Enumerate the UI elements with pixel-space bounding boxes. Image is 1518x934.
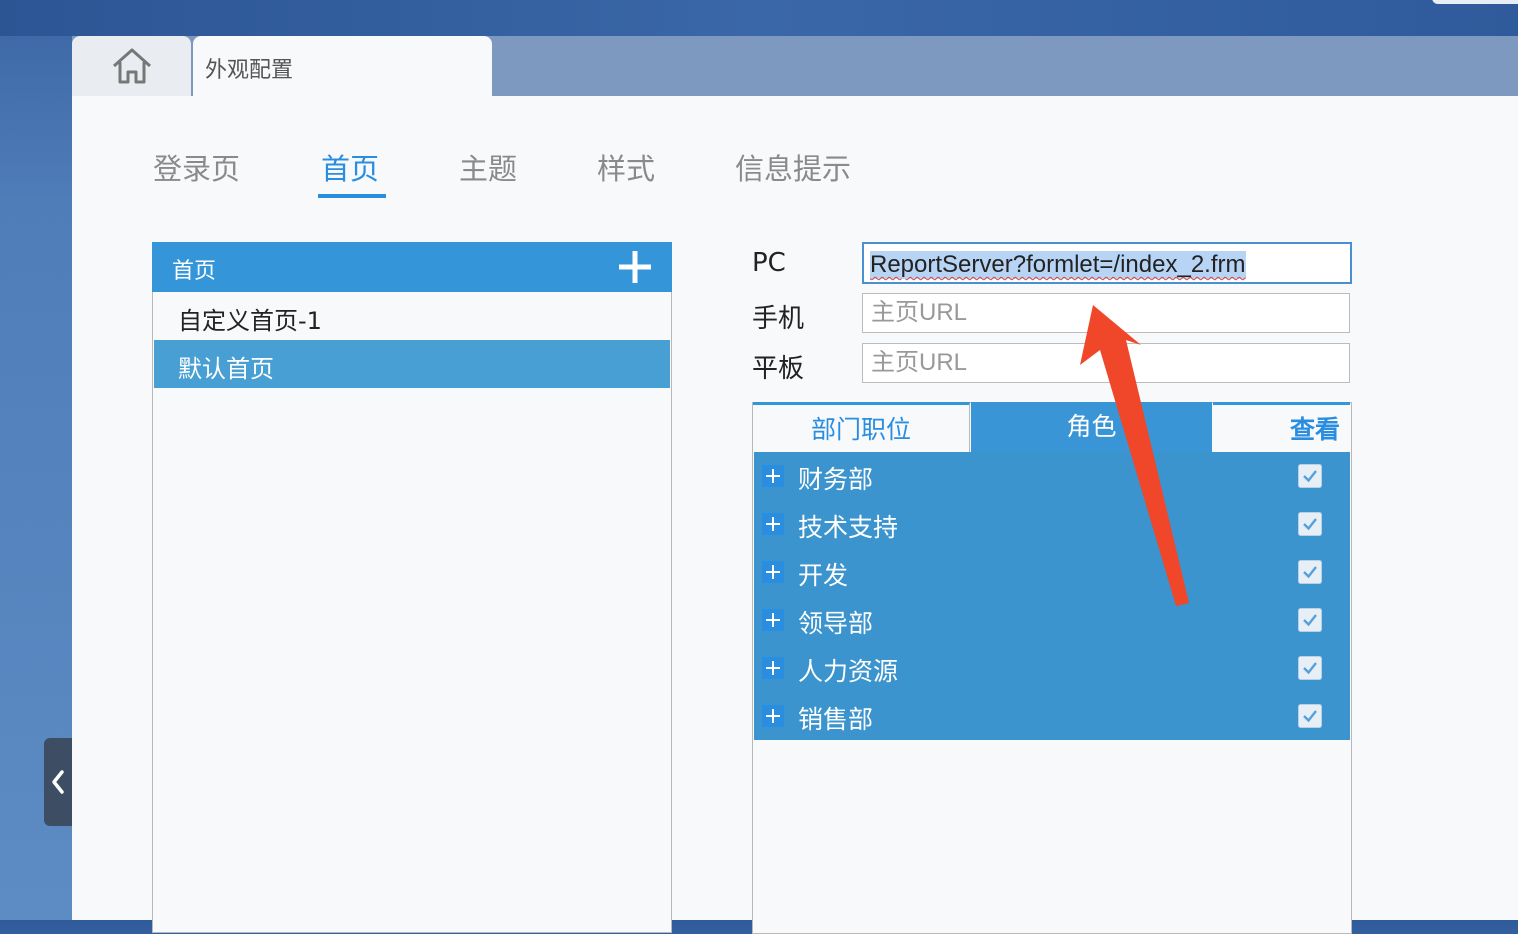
tree-row[interactable]: 人力资源	[754, 644, 1350, 692]
expand-plus-icon[interactable]	[762, 465, 784, 487]
tab-view[interactable]: 查看	[1213, 402, 1350, 452]
tree-row-label: 技术支持	[798, 513, 899, 542]
tree-row[interactable]: 开发	[754, 548, 1350, 596]
department-tree: 财务部 技术支持 开发 领导部 人力资源 销售部	[754, 452, 1350, 740]
list-item-label: 默认首页	[178, 355, 274, 383]
home-tab[interactable]	[72, 36, 191, 96]
tab-appearance-config[interactable]: 外观配置	[193, 36, 492, 96]
view-checkbox[interactable]	[1298, 464, 1322, 488]
tree-row[interactable]: 领导部	[754, 596, 1350, 644]
view-checkbox[interactable]	[1298, 656, 1322, 680]
list-item[interactable]: 默认首页	[154, 340, 670, 388]
checkmark-icon	[1303, 662, 1317, 675]
chevron-left-icon	[52, 770, 64, 794]
collapse-sidebar-handle[interactable]	[44, 738, 72, 826]
plus-icon[interactable]	[616, 248, 654, 286]
view-checkbox[interactable]	[1298, 608, 1322, 632]
tree-row[interactable]: 销售部	[754, 692, 1350, 740]
home-icon	[112, 48, 151, 84]
expand-plus-icon[interactable]	[762, 705, 784, 727]
expand-plus-icon[interactable]	[762, 657, 784, 679]
tree-row-label: 领导部	[798, 609, 874, 638]
tree-row-label: 人力资源	[798, 657, 899, 686]
tree-row-label: 开发	[798, 561, 849, 590]
checkmark-icon	[1303, 614, 1317, 627]
window-top-strip	[0, 0, 1518, 36]
homepage-list-title: 首页	[172, 259, 217, 284]
tablet-url-input[interactable]	[862, 343, 1350, 383]
homepage-list-header: 首页	[152, 242, 672, 292]
active-subtab-indicator	[318, 194, 386, 198]
expand-plus-icon[interactable]	[762, 609, 784, 631]
pc-url-input[interactable]: ReportServer?formlet=/index_2.frm	[862, 242, 1352, 284]
tablet-label: 平板	[752, 354, 805, 384]
checkmark-icon	[1303, 566, 1317, 579]
view-checkbox[interactable]	[1298, 704, 1322, 728]
tree-row-label: 销售部	[798, 705, 874, 734]
pc-label: PC	[752, 248, 786, 278]
expand-plus-icon[interactable]	[762, 513, 784, 535]
list-item[interactable]: 自定义首页-1	[154, 292, 670, 340]
view-checkbox[interactable]	[1298, 560, 1322, 584]
pc-url-value: ReportServer?formlet=/index_2.frm	[870, 251, 1246, 279]
subtab-info-prompt[interactable]: 信息提示	[735, 146, 851, 188]
subtab-home-page[interactable]: 首页	[321, 146, 379, 188]
mobile-url-input[interactable]	[862, 293, 1350, 333]
tree-row-label: 财务部	[798, 465, 874, 494]
tab-appearance-config-label: 外观配置	[205, 58, 294, 83]
tree-row[interactable]: 财务部	[754, 452, 1350, 500]
checkmark-icon	[1303, 710, 1317, 723]
checkmark-icon	[1303, 518, 1317, 531]
subtab-login-page[interactable]: 登录页	[153, 146, 240, 188]
view-checkbox[interactable]	[1298, 512, 1322, 536]
tab-department-position[interactable]: 部门职位	[753, 402, 970, 452]
subtab-style[interactable]: 样式	[597, 146, 655, 188]
checkmark-icon	[1303, 470, 1317, 483]
tab-role[interactable]: 角色	[971, 402, 1212, 452]
subtab-theme[interactable]: 主题	[459, 146, 517, 188]
expand-plus-icon[interactable]	[762, 561, 784, 583]
list-item-label: 自定义首页-1	[178, 307, 322, 335]
mobile-label: 手机	[752, 304, 805, 334]
window-corner	[1432, 0, 1518, 4]
tree-row[interactable]: 技术支持	[754, 500, 1350, 548]
